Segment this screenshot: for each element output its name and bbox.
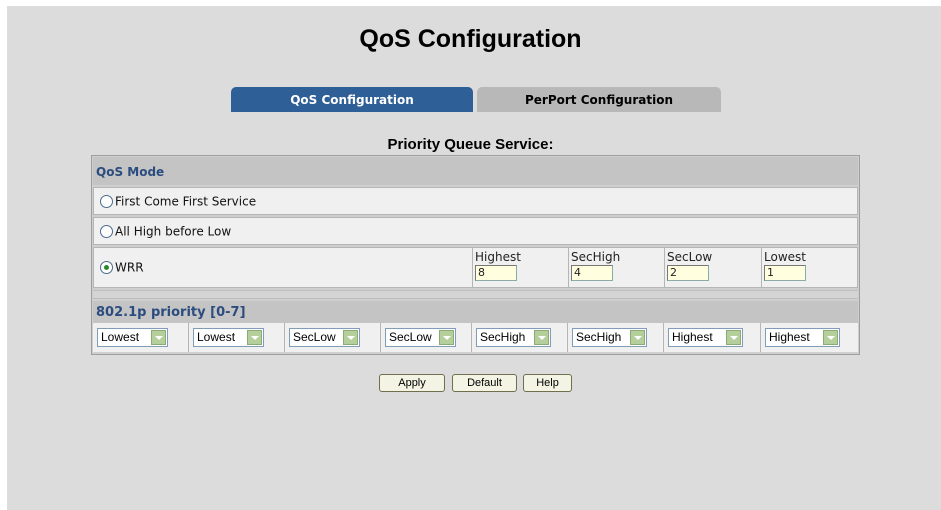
qos-mode-option-all-high[interactable]: All High before Low xyxy=(93,217,858,245)
priority-6-select[interactable]: Highest xyxy=(668,328,743,347)
wrr-label: WRR xyxy=(115,260,144,275)
priority-7-cell: Highest xyxy=(760,323,856,352)
chevron-down-icon[interactable] xyxy=(247,330,262,345)
wrr-lowest-label: Lowest xyxy=(764,250,806,264)
qos-mode-header: QoS Mode xyxy=(93,157,858,185)
priority-3-cell: SecLow xyxy=(380,323,474,352)
wrr-radio[interactable] xyxy=(100,261,113,274)
priority-0-value: Lowest xyxy=(101,330,140,344)
table-separator xyxy=(93,290,858,299)
priority-4-value: SecHigh xyxy=(480,330,526,344)
priority-header: 802.1p priority [0-7] xyxy=(93,301,858,323)
chevron-down-icon[interactable] xyxy=(343,330,358,345)
wrr-seclow-label: SecLow xyxy=(667,250,713,264)
priority-6-value: Highest xyxy=(672,330,713,344)
priority-7-select[interactable]: Highest xyxy=(765,328,840,347)
priority-4-select[interactable]: SecHigh xyxy=(476,328,551,347)
chevron-down-icon[interactable] xyxy=(630,330,645,345)
priority-1-select[interactable]: Lowest xyxy=(193,328,264,347)
wrr-lowest-cell: Lowest 1 xyxy=(761,248,857,287)
wrr-highest-label: Highest xyxy=(475,250,521,264)
priority-7-value: Highest xyxy=(769,330,810,344)
priority-5-cell: SecHigh xyxy=(567,323,661,352)
wrr-lowest-input[interactable]: 1 xyxy=(764,265,806,281)
priority-3-value: SecLow xyxy=(389,330,432,344)
wrr-highest-input[interactable]: 8 xyxy=(475,265,517,281)
apply-button[interactable]: Apply xyxy=(379,374,445,392)
fcfs-label: First Come First Service xyxy=(115,194,257,209)
priority-6-cell: Highest xyxy=(663,323,757,352)
tab-qos-configuration[interactable]: QoS Configuration xyxy=(231,87,473,112)
chevron-down-icon[interactable] xyxy=(439,330,454,345)
chevron-down-icon[interactable] xyxy=(534,330,549,345)
priority-5-select[interactable]: SecHigh xyxy=(572,328,647,347)
wrr-sechigh-input[interactable]: 4 xyxy=(571,265,613,281)
priority-4-cell: SecHigh xyxy=(471,323,565,352)
wrr-highest-cell: Highest 8 xyxy=(472,248,566,287)
priority-0-cell: Lowest xyxy=(93,323,187,352)
priority-0-select[interactable]: Lowest xyxy=(97,328,168,347)
qos-mode-option-wrr[interactable]: WRR Highest 8 SecHigh 4 SecLow 2 Lowest … xyxy=(93,247,858,288)
priority-1-cell: Lowest xyxy=(188,323,282,352)
priority-2-select[interactable]: SecLow xyxy=(289,328,360,347)
priority-5-value: SecHigh xyxy=(576,330,622,344)
help-button[interactable]: Help xyxy=(523,374,572,392)
all-high-radio[interactable] xyxy=(100,225,113,238)
priority-3-select[interactable]: SecLow xyxy=(385,328,456,347)
section-title: Priority Queue Service: xyxy=(387,136,554,153)
priority-2-cell: SecLow xyxy=(284,323,378,352)
priority-2-value: SecLow xyxy=(293,330,336,344)
fcfs-radio[interactable] xyxy=(100,195,113,208)
qos-mode-option-fcfs[interactable]: First Come First Service xyxy=(93,187,858,215)
wrr-seclow-cell: SecLow 2 xyxy=(664,248,758,287)
priority-1-value: Lowest xyxy=(197,330,236,344)
wrr-sechigh-label: SecHigh xyxy=(571,250,621,264)
priority-select-row: Lowest Lowest SecLow SecLow SecHigh SecH… xyxy=(93,323,858,352)
chevron-down-icon[interactable] xyxy=(151,330,166,345)
chevron-down-icon[interactable] xyxy=(823,330,838,345)
default-button[interactable]: Default xyxy=(452,374,517,392)
tab-perport-configuration[interactable]: PerPort Configuration xyxy=(477,87,721,112)
wrr-seclow-input[interactable]: 2 xyxy=(667,265,709,281)
qos-table: QoS Mode First Come First Service All Hi… xyxy=(91,155,860,355)
all-high-label: All High before Low xyxy=(115,224,232,239)
page-title: QoS Configuration xyxy=(359,25,582,53)
chevron-down-icon[interactable] xyxy=(726,330,741,345)
wrr-sechigh-cell: SecHigh 4 xyxy=(568,248,662,287)
